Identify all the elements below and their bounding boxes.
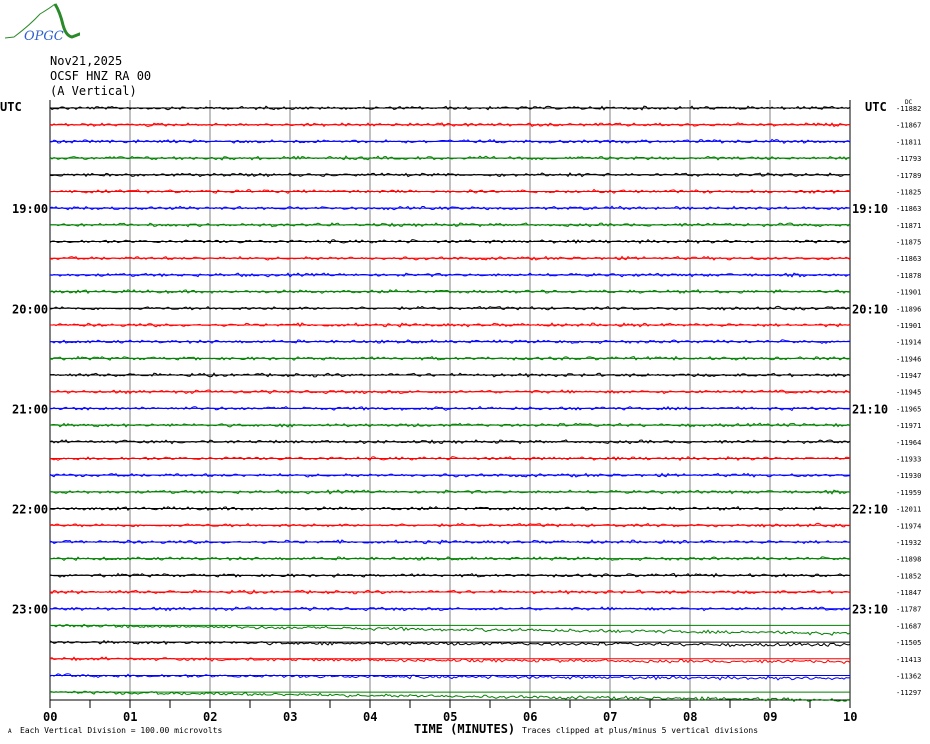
dc-offset-label: -11875 — [896, 239, 921, 247]
right-time-label: 23:10 — [852, 603, 888, 617]
x-tick-label: 01 — [123, 710, 137, 724]
dc-offset-label: -11847 — [896, 589, 921, 597]
dc-offset-label: -11946 — [896, 355, 921, 363]
dc-offset-label: -11687 — [896, 622, 921, 630]
dc-offset-label: -11811 — [896, 138, 921, 146]
dc-offset-label: -11362 — [896, 672, 921, 680]
left-time-label: 21:00 — [12, 402, 48, 416]
dc-offset-label: -11947 — [896, 372, 921, 380]
dc-offset-label: -11964 — [896, 439, 921, 447]
dc-offset-label: -11871 — [896, 222, 921, 230]
x-tick-label: 00 — [43, 710, 57, 724]
left-time-label: 20:00 — [12, 302, 48, 316]
right-time-label: 19:10 — [852, 202, 888, 216]
x-tick-label: 03 — [283, 710, 297, 724]
dc-offset-label: -11882 — [896, 105, 921, 113]
x-tick-label: 06 — [523, 710, 537, 724]
left-axis-title: UTC — [0, 100, 22, 114]
dc-offset-label: -11852 — [896, 572, 921, 580]
dc-offset-label: -11878 — [896, 272, 921, 280]
x-tick-label: 04 — [363, 710, 377, 724]
dc-offset-label: -11945 — [896, 389, 921, 397]
dc-offset-label: -11896 — [896, 305, 921, 313]
dc-offset-label: -11901 — [896, 322, 921, 330]
dc-offset-label: -11787 — [896, 606, 921, 614]
dc-offset-label: -11930 — [896, 472, 921, 480]
right-axis-title: UTC — [865, 100, 887, 114]
dc-offset-label: -11932 — [896, 539, 921, 547]
clip-note: Traces clipped at plus/minus 5 vertical … — [522, 726, 758, 735]
left-time-label: 19:00 — [12, 202, 48, 216]
dc-offset-label: -11959 — [896, 489, 921, 497]
dc-offset-label: -11505 — [896, 639, 921, 647]
dc-offset-label: -11901 — [896, 289, 921, 297]
dc-offset-label: -11971 — [896, 422, 921, 430]
left-time-label: 23:00 — [12, 603, 48, 617]
dc-offset-label: -11863 — [896, 255, 921, 263]
x-axis-title: TIME (MINUTES) — [414, 722, 515, 736]
dc-offset-label: -11863 — [896, 205, 921, 213]
right-time-label: 22:10 — [852, 503, 888, 517]
dc-offset-label: -11867 — [896, 122, 921, 130]
dc-offset-label: -11933 — [896, 455, 921, 463]
dc-offset-label: -11413 — [896, 656, 921, 664]
x-tick-label: 07 — [603, 710, 617, 724]
right-time-label: 21:10 — [852, 402, 888, 416]
x-tick-label: 10 — [843, 710, 857, 724]
dc-offset-label: -11789 — [896, 172, 921, 180]
dc-offset-label: -11914 — [896, 339, 921, 347]
dc-offset-label: -11898 — [896, 556, 921, 564]
right-time-label: 20:10 — [852, 302, 888, 316]
x-tick-label: 02 — [203, 710, 217, 724]
dc-offset-label: -11965 — [896, 405, 921, 413]
dc-offset-label: -12011 — [896, 506, 921, 514]
dc-offset-label: -11793 — [896, 155, 921, 163]
scale-note: Each Vertical Division = 100.00 microvol… — [20, 726, 222, 735]
x-tick-label: 09 — [763, 710, 777, 724]
left-time-label: 22:00 — [12, 503, 48, 517]
dc-offset-label: -11825 — [896, 188, 921, 196]
dc-offset-label: -11974 — [896, 522, 921, 530]
dc-offset-label: -11297 — [896, 689, 921, 697]
helicorder-plot: UTC UTC DC 00 01 02 03 04 05 06 07 08 09 10-11882-… — [0, 99, 921, 736]
footer-mark: A — [8, 728, 12, 735]
x-tick-label: 08 — [683, 710, 697, 724]
